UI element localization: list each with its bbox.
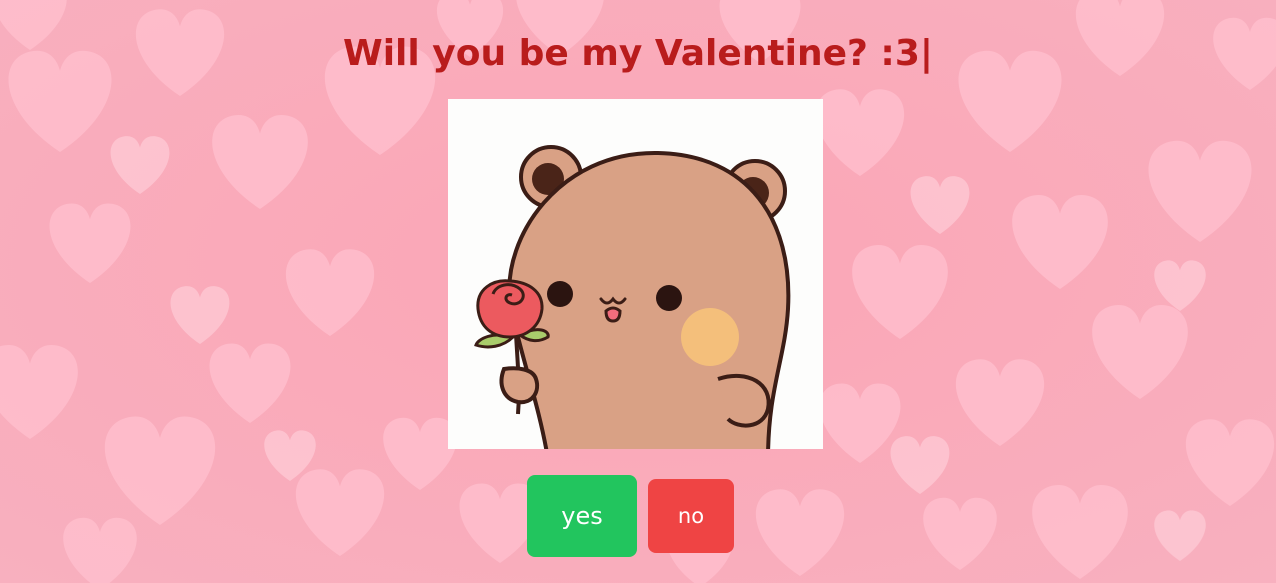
bear-illustration	[474, 145, 791, 449]
yes-button[interactable]: yes	[527, 475, 637, 557]
bear-left-eye	[547, 281, 573, 307]
page-title: Will you be my Valentine? :3|	[342, 33, 934, 74]
rose-flower	[476, 279, 544, 339]
valentine-bear-image	[448, 99, 823, 449]
bear-left-hand	[499, 366, 539, 405]
no-button[interactable]: no	[648, 479, 734, 553]
bear-right-eye	[656, 285, 682, 311]
bear-tongue	[604, 306, 622, 323]
bear-blush	[681, 308, 739, 366]
